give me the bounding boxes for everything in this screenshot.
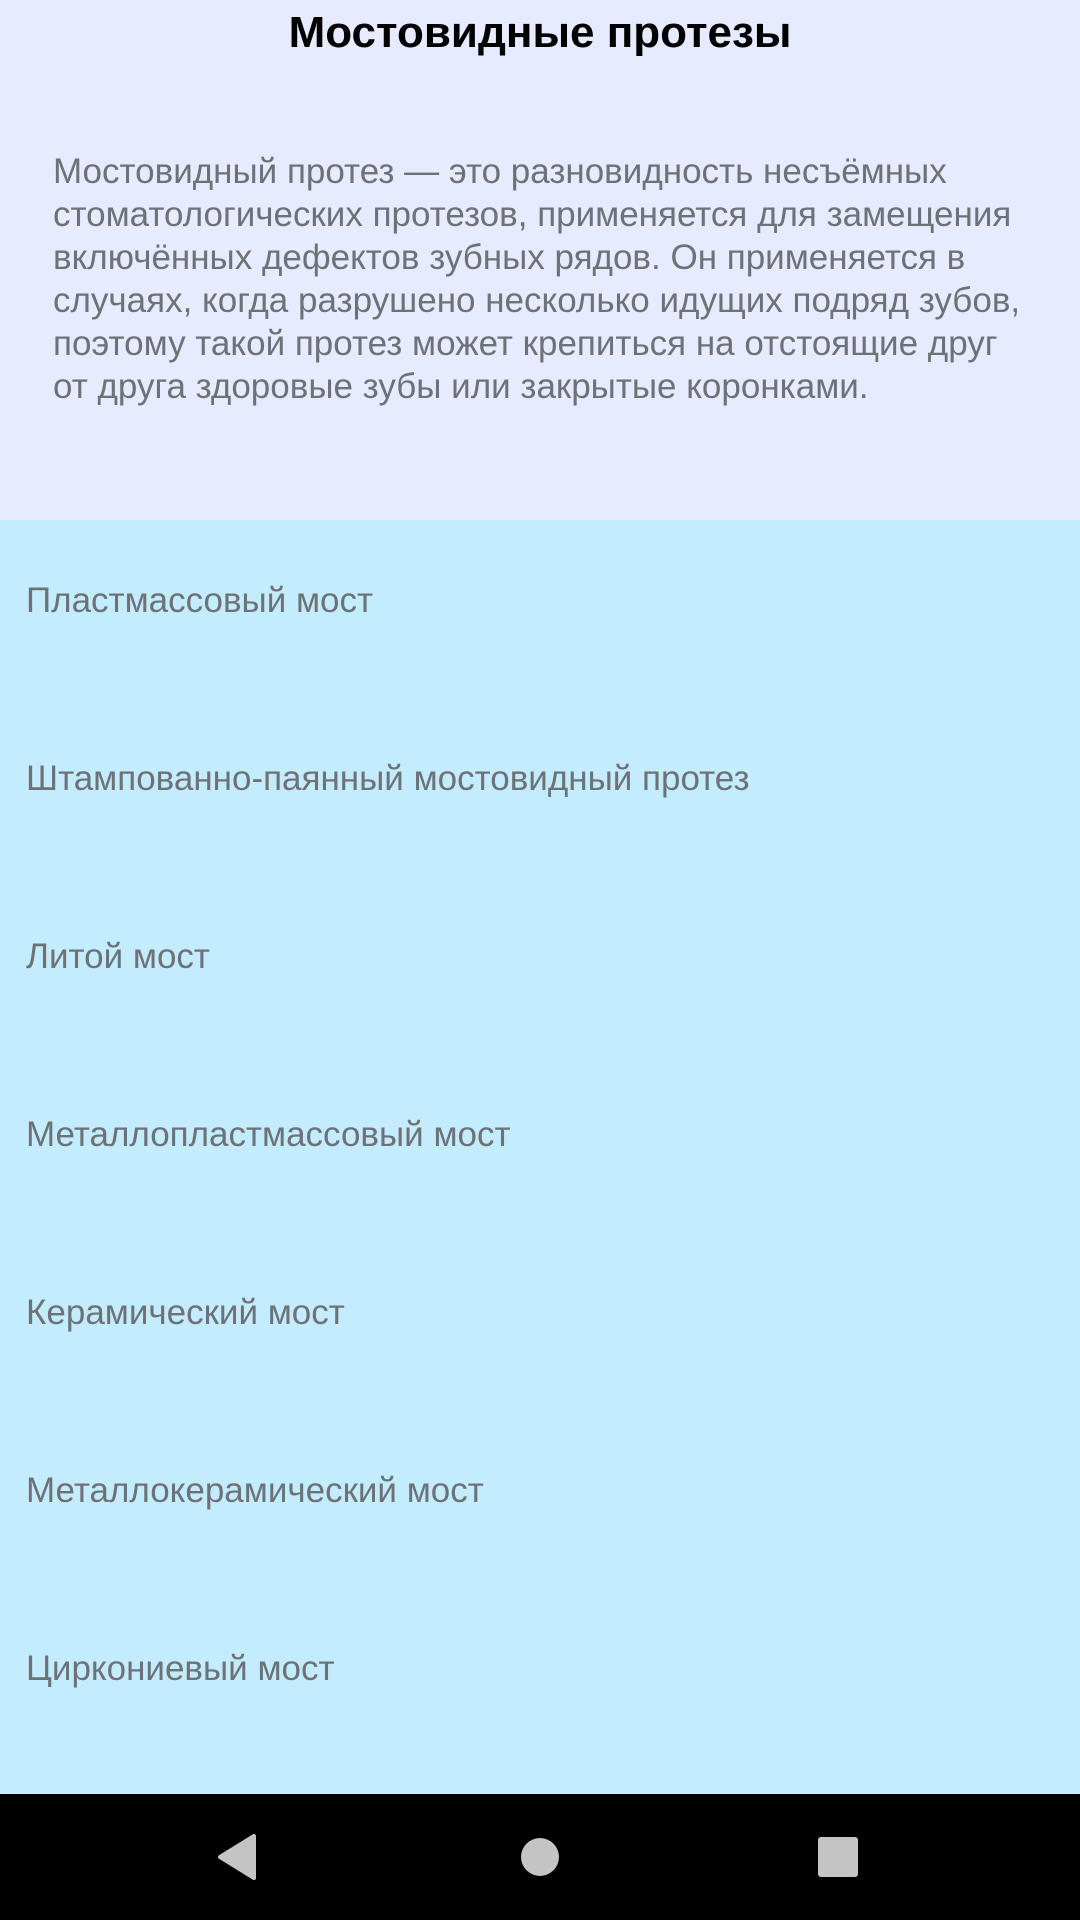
list-item-ceramic-bridge[interactable]: Керамический мост: [0, 1232, 1080, 1410]
nav-recents-button[interactable]: [808, 1827, 868, 1887]
system-navigation-bar: [0, 1794, 1080, 1920]
back-triangle-icon: [218, 1834, 256, 1880]
list-item-cast-bridge[interactable]: Литой мост: [0, 876, 1080, 1054]
bridge-types-list: Пластмассовый мост Штампованно-паянный м…: [0, 520, 1080, 1794]
nav-back-button[interactable]: [208, 1827, 268, 1887]
header: Мостовидные протезы Мостовидный протез —…: [0, 0, 1080, 520]
home-circle-icon: [521, 1838, 559, 1876]
list-item-metal-ceramic-bridge[interactable]: Металлокерамический мост: [0, 1410, 1080, 1588]
screen: Мостовидные протезы Мостовидный протез —…: [0, 0, 1080, 1920]
list-item-metal-plastic-bridge[interactable]: Металлопластмассовый мост: [0, 1054, 1080, 1232]
list-item-label: Пластмассовый мост: [26, 581, 374, 620]
list-item-zirconia-bridge[interactable]: Циркониевый мост: [0, 1588, 1080, 1766]
recents-square-icon: [818, 1837, 858, 1877]
list-item-label: Керамический мост: [26, 1293, 345, 1332]
page-title: Мостовидные протезы: [288, 8, 792, 57]
list-item-label: Циркониевый мост: [26, 1649, 335, 1688]
description-text: Мостовидный протез — это разновидность н…: [53, 152, 1021, 406]
list-item-label: Литой мост: [26, 937, 210, 976]
list-item-label: Штампованно-паянный мостовидный протез: [26, 759, 750, 798]
list-item-label: Металлокерамический мост: [26, 1471, 484, 1510]
list-item-stamped-soldered-bridge[interactable]: Штампованно-паянный мостовидный протез: [0, 698, 1080, 876]
nav-home-button[interactable]: [510, 1827, 570, 1887]
list-item-plastic-bridge[interactable]: Пластмассовый мост: [0, 520, 1080, 698]
list-item-label: Металлопластмассовый мост: [26, 1115, 511, 1154]
